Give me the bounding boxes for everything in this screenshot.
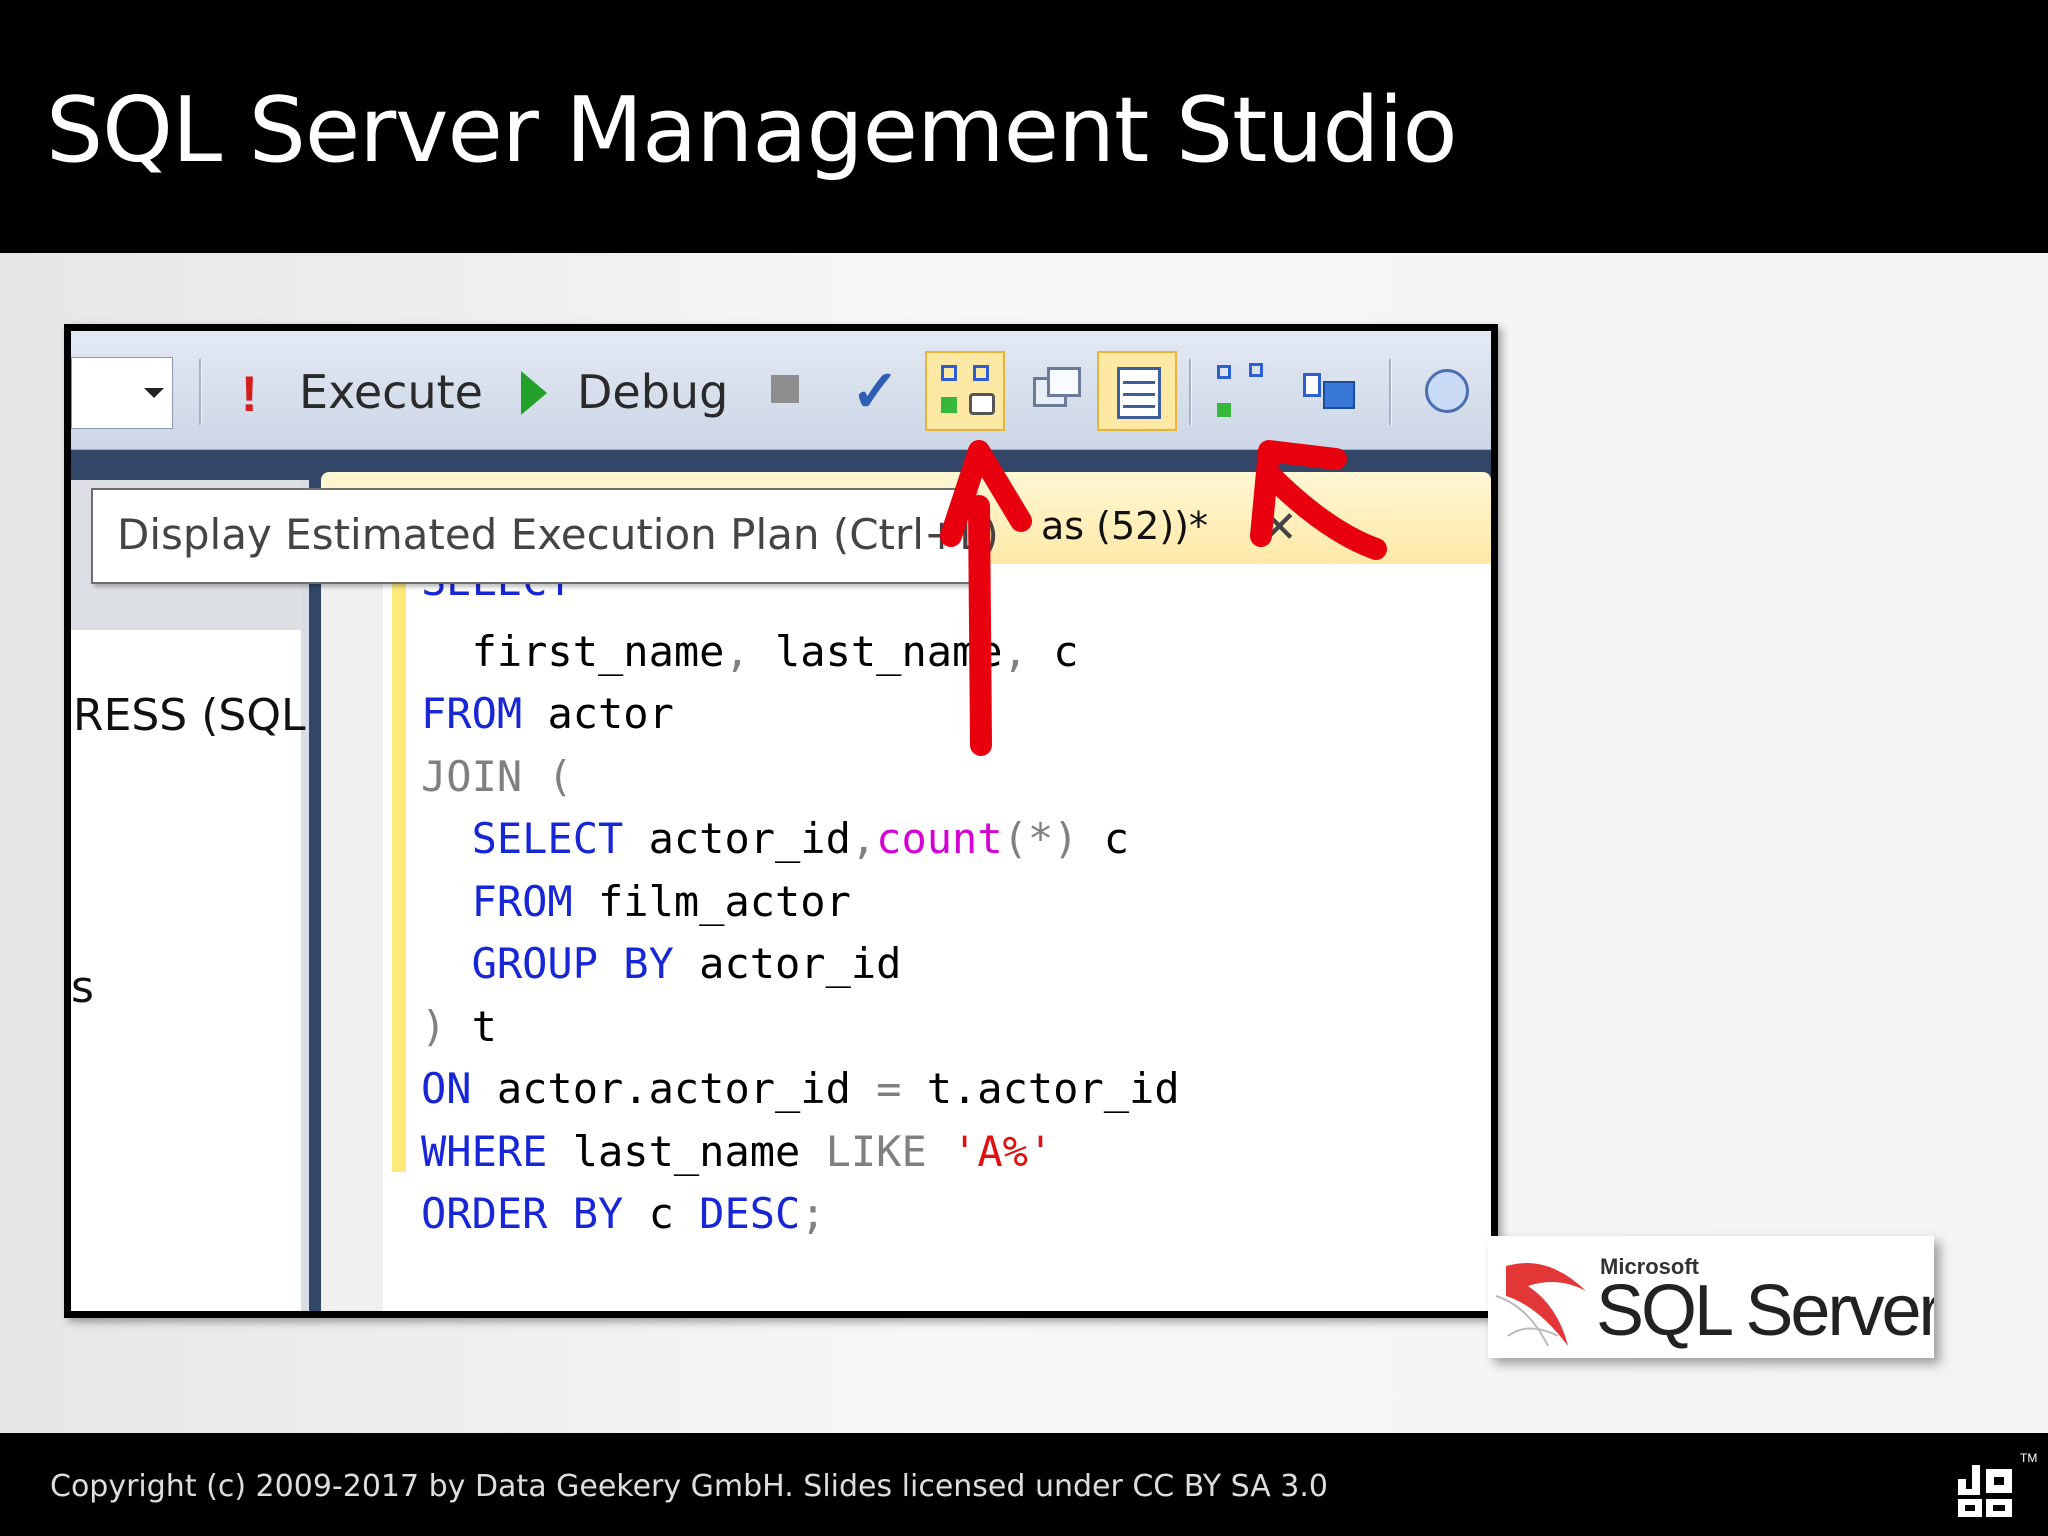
sql-server-logo: Microsoft SQL Server <box>1488 1236 1934 1358</box>
logo-sql-server-text: SQL Server <box>1596 1271 1934 1351</box>
slide-title: SQL Server Management Studio <box>46 78 1458 183</box>
slide-footer: Copyright (c) 2009-2017 by Data Geekery … <box>0 1433 2048 1536</box>
ssms-screenshot: ! Execute Debug ✓ RESS (SQL s as (52))* … <box>64 324 1498 1318</box>
annotation-arrow-diagonal <box>1250 440 1387 560</box>
slide-header: SQL Server Management Studio <box>0 0 2048 253</box>
sql-server-logo-icon <box>1495 1263 1586 1347</box>
trademark-text: TM <box>2020 1451 2038 1465</box>
annotation-arrows <box>940 440 1387 756</box>
copyright-text: Copyright (c) 2009-2017 by Data Geekery … <box>50 1469 1328 1504</box>
jooq-logo-icon <box>1958 1465 2012 1517</box>
annotation-arrow-up <box>940 440 1032 756</box>
